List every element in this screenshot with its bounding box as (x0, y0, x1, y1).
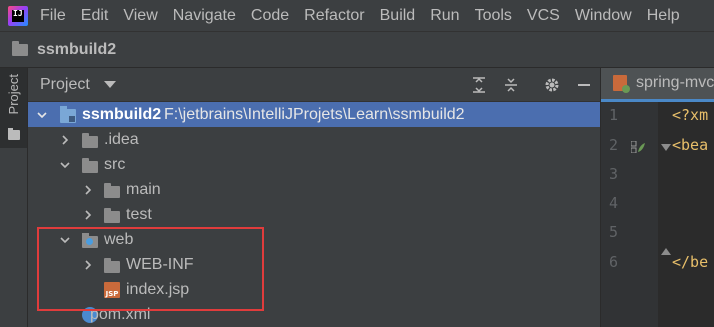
tree-item-label: main (126, 180, 161, 198)
menu-view[interactable]: View (123, 7, 157, 25)
menu-bar: IJ File Edit View Navigate Code Refactor… (0, 0, 714, 31)
spring-bean-gutter-icon[interactable] (630, 140, 645, 154)
folder-icon (82, 133, 98, 148)
chevron-right-icon[interactable] (59, 134, 71, 146)
project-view-title[interactable]: Project (40, 76, 90, 94)
view-selector-chevron-down-icon[interactable] (103, 81, 116, 88)
expand-all-icon[interactable] (471, 77, 487, 93)
line-number: 6 (609, 253, 619, 271)
navigation-bar: ssmbuild2 (0, 31, 714, 68)
menu-run[interactable]: Run (430, 7, 459, 25)
menu-navigate[interactable]: Navigate (173, 7, 236, 25)
line-number: 1 (609, 106, 619, 124)
tree-item-label: test (126, 205, 152, 223)
folder-icon (104, 208, 120, 223)
code-line: </be (672, 253, 709, 271)
tree-item-label: .idea (104, 130, 139, 148)
editor-tab[interactable]: spring-mvc (601, 67, 714, 102)
tree-item-label: WEB-INF (126, 255, 194, 273)
editor-gutter: 1 2 3 4 5 6 (600, 102, 658, 327)
logo-text: IJ (13, 8, 23, 18)
folder-icon (82, 158, 98, 173)
tree-item-label: web (104, 230, 134, 248)
tree-row-src[interactable]: src (28, 152, 600, 177)
fold-end-icon[interactable] (661, 248, 671, 255)
line-number: 2 (609, 136, 619, 154)
tree-row-test[interactable]: test (28, 202, 600, 227)
collapse-all-icon[interactable] (503, 77, 519, 93)
jsp-file-icon: JSP (104, 282, 120, 298)
menu-file[interactable]: File (40, 7, 66, 25)
folder-icon (12, 40, 28, 56)
tree-row-ssmbuild2[interactable]: ssmbuild2 F:\jetbrains\IntelliJProjets\L… (28, 102, 600, 127)
menu-window[interactable]: Window (575, 7, 632, 25)
folder-icon (104, 258, 120, 273)
line-number: 3 (609, 165, 619, 183)
menu-code[interactable]: Code (251, 7, 289, 25)
menu-vcs[interactable]: VCS (527, 7, 560, 25)
tree-row-pom-xml[interactable]: pom.xml (28, 302, 600, 327)
chevron-down-icon[interactable] (59, 159, 71, 171)
menu-tools[interactable]: Tools (475, 7, 512, 25)
menu-help[interactable]: Help (647, 7, 680, 25)
project-tool-folder-icon (8, 128, 20, 140)
tree-item-label: pom.xml (90, 305, 151, 323)
tree-row-idea[interactable]: .idea (28, 127, 600, 152)
tree-row-main[interactable]: main (28, 177, 600, 202)
module-folder-icon (60, 106, 76, 123)
menu-refactor[interactable]: Refactor (304, 7, 364, 25)
minimize-icon[interactable] (576, 77, 592, 93)
chevron-right-icon[interactable] (82, 209, 94, 221)
project-panel-header: Project (28, 68, 600, 102)
intellij-logo-icon: IJ (8, 5, 28, 26)
tree-row-index-jsp[interactable]: JSP index.jsp (28, 277, 600, 302)
chevron-right-icon[interactable] (82, 184, 94, 196)
chevron-down-icon[interactable] (59, 234, 71, 246)
project-tool-tab-label: Project (6, 74, 21, 115)
breadcrumb-project[interactable]: ssmbuild2 (37, 41, 116, 59)
line-number: 4 (609, 194, 619, 212)
fold-collapse-icon[interactable] (661, 144, 671, 151)
menu-build[interactable]: Build (380, 7, 416, 25)
editor-tab-bar: spring-mvc (600, 67, 714, 102)
tree-item-label: src (104, 155, 126, 173)
tree-row-web[interactable]: web (28, 227, 600, 252)
project-panel: Project ssmbuild2 F:\jetbrains\IntelliJP… (28, 68, 600, 327)
gear-icon[interactable] (544, 77, 560, 93)
code-line: <bea (672, 136, 709, 154)
folder-icon (104, 183, 120, 198)
spring-xml-file-icon (613, 75, 630, 93)
chevron-right-icon[interactable] (82, 259, 94, 271)
line-number: 5 (609, 223, 619, 241)
code-line: <?xm (672, 106, 709, 124)
menu-edit[interactable]: Edit (81, 7, 109, 25)
tree-row-web-inf[interactable]: WEB-INF (28, 252, 600, 277)
project-path: F:\jetbrains\IntelliJProjets\Learn\ssmbu… (164, 105, 465, 123)
web-folder-icon (82, 233, 98, 248)
code-editor[interactable]: <?xm <bea </be (658, 102, 714, 327)
left-tool-strip: Project (0, 68, 28, 327)
chevron-down-icon[interactable] (36, 109, 48, 121)
tree-item-label: index.jsp (126, 280, 190, 298)
tree-item-label: ssmbuild2 (82, 105, 162, 123)
editor-tab-label: spring-mvc (636, 74, 714, 91)
